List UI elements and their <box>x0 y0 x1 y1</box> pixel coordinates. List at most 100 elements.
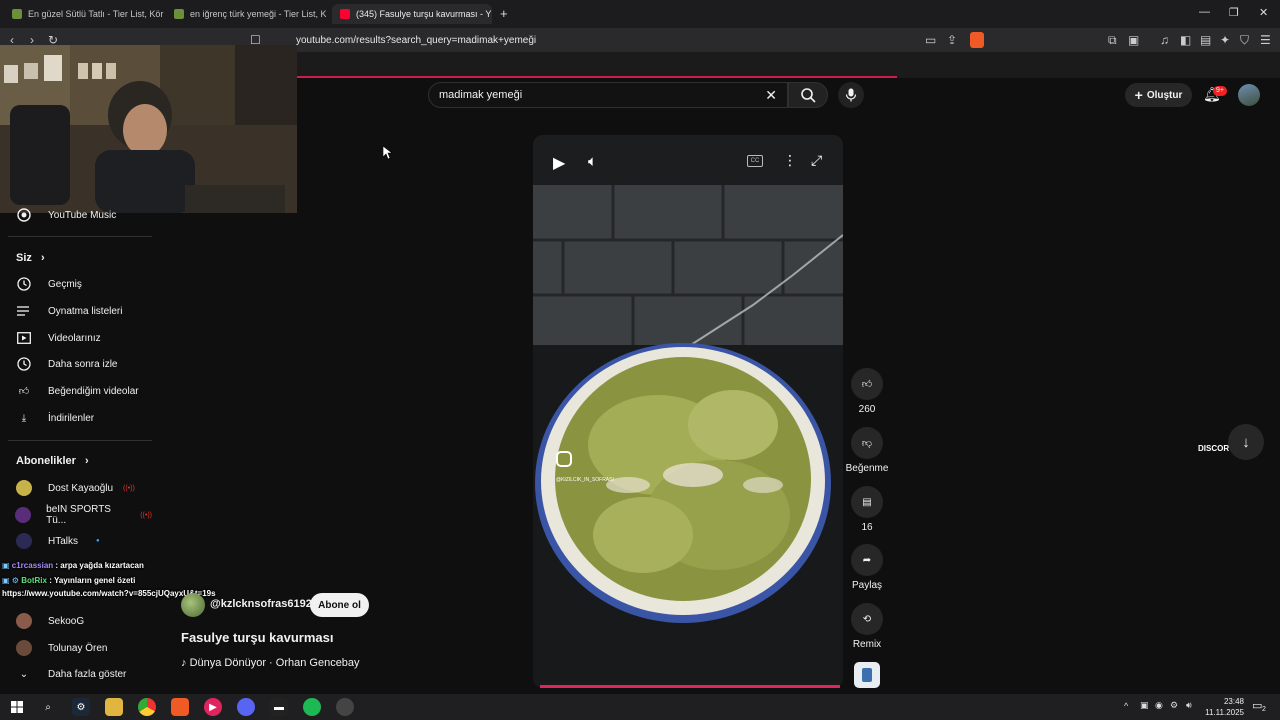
new-content-dot: ● <box>96 538 100 544</box>
new-tab-icon[interactable]: + <box>500 6 508 21</box>
thumbs-up-icon: 👍︎ <box>851 368 883 400</box>
sidebar-item-label: İndirilenler <box>48 412 95 424</box>
tray-app-icon[interactable]: ▣ <box>1140 700 1149 711</box>
tray-settings-icon[interactable]: ⚙ <box>1170 700 1178 711</box>
youtube-music-icon <box>0 208 48 222</box>
sidebar-item-your-videos[interactable]: Videolarınız <box>0 325 152 351</box>
captions-icon[interactable]: CC <box>747 155 763 167</box>
clock-date: 11.11.2025 <box>1205 708 1244 717</box>
comment-count: 16 <box>861 522 873 533</box>
next-video-button[interactable]: ↓ <box>1228 424 1264 460</box>
leo-ai-icon[interactable]: ✦ <box>1220 33 1230 47</box>
notification-count: 9+ <box>1216 87 1224 94</box>
speaker-icon[interactable]: 🔊︎ <box>1186 700 1192 711</box>
system-clock[interactable]: 23:48 11.11.2025 <box>1204 696 1244 718</box>
clear-search-icon[interactable]: ✕ <box>765 87 777 104</box>
spotify-icon[interactable] <box>303 698 321 716</box>
music-icon[interactable]: ♫ <box>1160 33 1169 47</box>
share-icon[interactable]: ⇪ <box>947 33 957 47</box>
share-label: Paylaş <box>851 580 882 591</box>
file-explorer-icon[interactable] <box>105 698 123 716</box>
remix-button[interactable]: ⟲ Remix <box>848 603 886 650</box>
shorts-video-player[interactable]: ▶ 🔈︎ CC ⋮ ⤢ @KIZILCIK_IN_SOFRASI <box>533 135 843 688</box>
chat-text: arpa yağda kızartacan <box>60 561 144 570</box>
sidebar-item-history[interactable]: Geçmiş <box>0 271 152 297</box>
account-avatar[interactable] <box>1238 84 1260 106</box>
sidebar-item-downloads[interactable]: ⤓ İndirilenler <box>0 405 152 431</box>
channel-avatar[interactable] <box>181 593 205 617</box>
create-label: Oluştur <box>1146 89 1183 101</box>
chrome-icon[interactable] <box>138 698 156 716</box>
restore-icon[interactable]: ❐ <box>1229 6 1239 19</box>
steam-icon[interactable]: ⚙ <box>72 698 90 716</box>
dislike-button[interactable]: 👎︎ Beğenme <box>845 427 889 474</box>
you-section-header[interactable]: Siz › <box>16 252 45 264</box>
sidebar-toggle-icon[interactable]: ◧ <box>1180 33 1191 47</box>
plus-icon: + <box>1134 87 1143 103</box>
minimize-icon[interactable]: — <box>1199 6 1210 18</box>
reader-icon[interactable]: ▣ <box>1128 33 1139 47</box>
volume-icon[interactable]: 🔈︎ <box>588 153 597 170</box>
search-icon[interactable]: ⌕ <box>39 698 57 716</box>
cast-icon[interactable]: ▭ <box>925 33 936 47</box>
chevron-down-icon: ⌄ <box>19 668 29 680</box>
brave-shield-icon[interactable] <box>970 32 984 48</box>
sidebar-divider <box>8 236 152 237</box>
browser-tab-active[interactable]: (345) Fasulye turşu kavurması - Y ✕ <box>332 4 492 24</box>
windows-start-icon[interactable] <box>8 698 26 716</box>
notification-count-text: 2 <box>1262 706 1266 713</box>
sound-thumbnail[interactable] <box>854 662 880 688</box>
fullscreen-icon[interactable]: ⤢ <box>811 152 822 169</box>
subscription-item[interactable]: beIN SPORTS Tü... ((•)) <box>0 502 152 528</box>
video-watermark: @KIZILCIK_IN_SOFRASI <box>556 477 614 483</box>
sidebar-item-watch-later[interactable]: Daha sonra izle <box>0 351 152 377</box>
channel-avatar <box>16 613 32 629</box>
sidebar-item-label: Beğendiğim videolar <box>48 385 139 397</box>
comments-button[interactable]: ▤ 16 <box>848 486 886 533</box>
discord-text: DISCOR <box>1198 444 1230 453</box>
search-input[interactable]: madimak yemeği ✕ <box>428 82 788 108</box>
music-note-icon: ♪ <box>181 657 190 669</box>
video-progress-bar[interactable] <box>540 685 840 688</box>
wallet-icon[interactable]: ▤ <box>1200 33 1211 47</box>
media-player-icon[interactable]: ▶ <box>204 698 222 716</box>
share-button[interactable]: ➦ Paylaş <box>848 544 886 591</box>
subscriptions-section-header[interactable]: Abonelikler › <box>16 455 89 467</box>
vpn-icon[interactable]: ⛉ <box>1240 33 1249 48</box>
like-button[interactable]: 👍︎ 260 <box>848 368 886 415</box>
subscription-item[interactable]: Tolunay Ören <box>0 635 152 661</box>
channel-handle[interactable]: @kzlcknsofras6192 <box>210 598 312 610</box>
channel-avatar <box>16 480 32 496</box>
create-button[interactable]: + Oluştur <box>1125 83 1192 107</box>
terminal-icon[interactable]: ▬ <box>270 698 288 716</box>
subscription-item[interactable]: SekooG <box>0 608 152 634</box>
sidebar-item-liked-videos[interactable]: 👍︎ Beğendiğim videolar <box>0 378 152 404</box>
tray-chevron-icon[interactable]: ^ <box>1124 701 1128 711</box>
search-button[interactable] <box>788 82 828 108</box>
chat-username: BotRix <box>21 576 47 585</box>
your-videos-icon <box>0 332 48 344</box>
brave-icon[interactable] <box>171 698 189 716</box>
extensions-icon[interactable]: ⧉ <box>1108 33 1117 48</box>
subscription-item[interactable]: Dost Kayaoğlu ((•)) <box>0 475 152 501</box>
menu-icon[interactable]: ☰ <box>1260 33 1271 47</box>
notification-center-icon[interactable]: ▭ <box>1252 699 1262 712</box>
play-button[interactable]: ▶ <box>553 153 565 173</box>
close-window-icon[interactable]: ✕ <box>1259 6 1268 19</box>
sidebar-item-playlists[interactable]: Oynatma listeleri <box>0 298 152 324</box>
address-bar[interactable]: youtube.com/results?search_query=madimak… <box>270 30 990 50</box>
sidebar-show-more[interactable]: ⌄ Daha fazla göster <box>0 661 152 687</box>
sidebar-item-label: YouTube Music <box>48 209 117 221</box>
subscription-item[interactable]: HTalks ● <box>0 528 152 554</box>
browser-tab[interactable]: en iğrenç türk yemeği - Tier List, Kör <box>166 4 326 24</box>
discord-icon[interactable] <box>237 698 255 716</box>
short-music[interactable]: ♪ Dünya Dönüyor · Orhan Gencebay <box>181 657 360 669</box>
obs-icon[interactable] <box>336 698 354 716</box>
sidebar-item-youtube-music[interactable]: YouTube Music <box>0 202 152 228</box>
more-options-icon[interactable]: ⋮ <box>783 152 797 169</box>
voice-search-button[interactable] <box>838 82 864 108</box>
tray-discord-icon[interactable]: ◉ <box>1155 700 1163 711</box>
browser-tab[interactable]: En güzel Sütlü Tatlı - Tier List, Kör Sı… <box>4 4 164 24</box>
webcam-image <box>0 45 297 213</box>
subscribe-button[interactable]: Abone ol <box>310 593 369 617</box>
